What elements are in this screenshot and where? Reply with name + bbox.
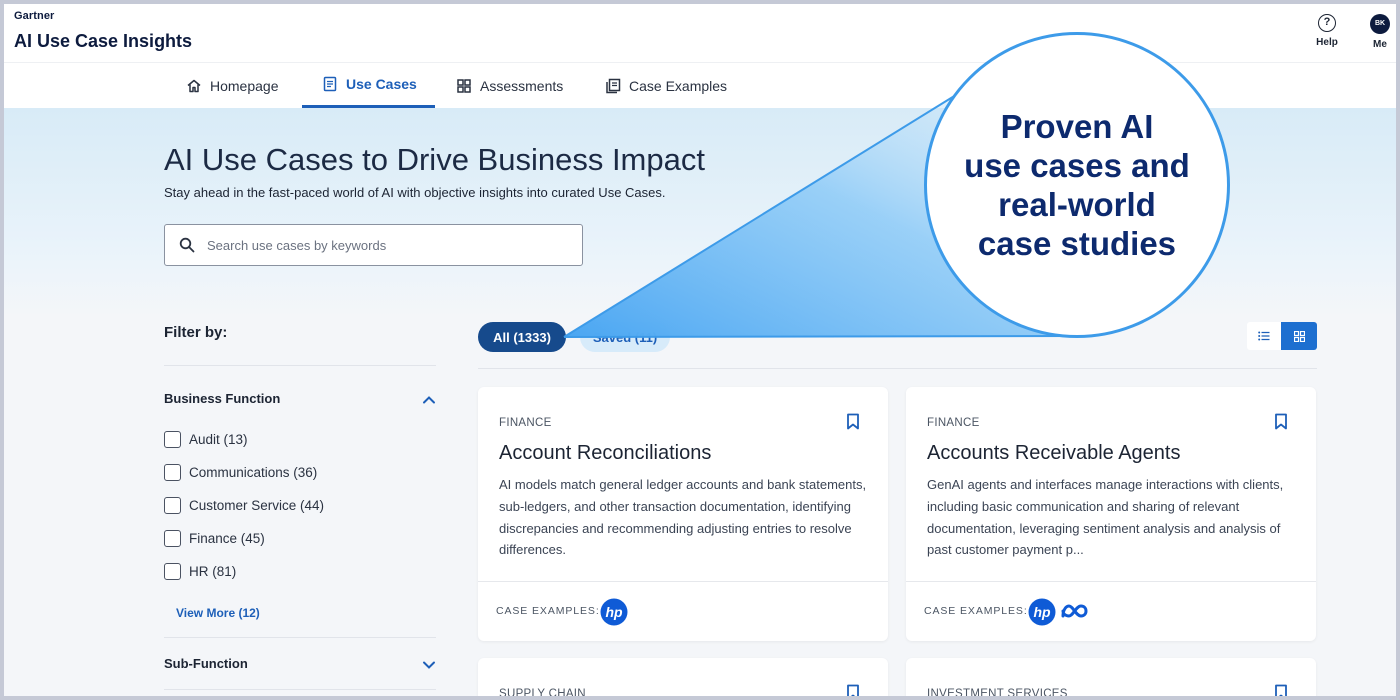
page-title: AI Use Cases to Drive Business Impact [164, 142, 705, 177]
checkbox[interactable] [164, 497, 181, 514]
divider [478, 581, 888, 582]
filter-option-finance[interactable]: Finance (45) [164, 530, 265, 547]
svg-text:hp: hp [605, 604, 623, 620]
view-more-link[interactable]: View More (12) [176, 606, 260, 620]
bookmark-icon[interactable] [1274, 413, 1288, 430]
case-example-logos: hp [1028, 598, 1090, 626]
nav-label: Case Examples [629, 77, 728, 94]
callout-line: case studies [977, 225, 1177, 262]
tab-saved[interactable]: Saved (11) [580, 322, 670, 352]
option-label: HR (81) [189, 564, 237, 579]
divider [906, 581, 1316, 582]
bookmark-icon[interactable] [1274, 684, 1288, 696]
callout-text: Proven AI use cases and real-world case … [964, 107, 1190, 263]
profile-button[interactable]: BK Me [1364, 14, 1396, 50]
copy-icon [606, 78, 621, 93]
divider [478, 368, 1317, 369]
tab-all[interactable]: All (1333) [478, 322, 566, 352]
nav-label: Use Cases [346, 76, 417, 92]
card-category: FINANCE [499, 417, 552, 429]
hp-logo[interactable]: hp [1028, 598, 1056, 626]
grid-view-toggle[interactable] [1281, 322, 1317, 350]
card-category: SUPPLY CHAIN [499, 688, 586, 696]
app-title[interactable]: AI Use Case Insights [14, 31, 192, 52]
use-case-card[interactable]: SUPPLY CHAIN [478, 658, 888, 696]
page-subtitle: Stay ahead in the fast-paced world of AI… [164, 185, 666, 200]
meta-logo[interactable] [1060, 602, 1090, 622]
chevron-down-icon[interactable] [422, 658, 436, 672]
me-label: Me [1373, 39, 1387, 50]
card-description: AI models match general ledger accounts … [499, 477, 867, 558]
grid-icon [457, 78, 471, 93]
document-icon [323, 76, 337, 92]
sub-function-header[interactable]: Sub-Function [164, 656, 436, 676]
avatar: BK [1370, 14, 1390, 34]
nav-homepage[interactable]: Homepage [186, 63, 279, 108]
option-label: Customer Service (44) [189, 498, 325, 513]
option-label: Communications (36) [189, 465, 318, 480]
option-label: Audit (13) [189, 432, 248, 447]
home-icon [187, 79, 201, 92]
section-label: Business Function [164, 391, 281, 406]
use-case-card[interactable]: FINANCE Accounts Receivable Agents GenAI… [906, 387, 1316, 641]
app-frame: Gartner AI Use Case Insights ? Help BK M… [4, 4, 1396, 696]
callout-bubble: Proven AI use cases and real-world case … [924, 32, 1230, 338]
checkbox[interactable] [164, 530, 181, 547]
case-examples-label: CASE EXAMPLES: [924, 605, 1028, 617]
callout-line: Proven AI [1000, 108, 1154, 145]
bookmark-icon[interactable] [846, 413, 860, 430]
hp-logo[interactable]: hp [600, 598, 628, 626]
top-bar: Gartner AI Use Case Insights ? Help BK M… [4, 4, 1396, 62]
bookmark-icon[interactable] [846, 684, 860, 696]
search-icon [179, 237, 195, 253]
divider [164, 365, 436, 366]
filter-option-hr[interactable]: HR (81) [164, 563, 236, 580]
filter-option-communications[interactable]: Communications (36) [164, 464, 317, 481]
svg-text:hp: hp [1033, 604, 1051, 620]
filter-title: Filter by: [164, 324, 228, 341]
use-case-card[interactable]: FINANCE Account Reconciliations AI model… [478, 387, 888, 641]
help-label: Help [1316, 37, 1338, 48]
filter-option-audit[interactable]: Audit (13) [164, 431, 248, 448]
divider [164, 689, 436, 690]
chevron-up-icon[interactable] [422, 393, 436, 407]
checkbox[interactable] [164, 431, 181, 448]
search-box[interactable] [164, 224, 583, 266]
list-icon [1258, 331, 1270, 341]
search-input[interactable] [207, 235, 567, 255]
option-label: Finance (45) [189, 531, 265, 546]
section-label: Sub-Function [164, 656, 248, 671]
business-function-header[interactable]: Business Function [164, 391, 436, 411]
nav-label: Homepage [210, 77, 279, 94]
grid-view-icon [1293, 330, 1305, 342]
use-case-card[interactable]: INVESTMENT SERVICES [906, 658, 1316, 696]
nav-use-cases[interactable]: Use Cases [302, 63, 435, 108]
brand-logo[interactable]: Gartner [14, 10, 54, 22]
divider [164, 637, 436, 638]
callout-line: use cases and [964, 147, 1190, 184]
list-view-toggle[interactable] [1247, 322, 1281, 350]
card-description: GenAI agents and interfaces manage inter… [927, 477, 1284, 558]
help-button[interactable]: ? Help [1310, 14, 1344, 48]
card-title[interactable]: Accounts Receivable Agents [927, 442, 1181, 465]
filter-option-customer-service[interactable]: Customer Service (44) [164, 497, 324, 514]
card-category: INVESTMENT SERVICES [927, 688, 1068, 696]
card-category: FINANCE [927, 417, 980, 429]
case-examples-label: CASE EXAMPLES: [496, 605, 600, 617]
nav-case-examples[interactable]: Case Examples [605, 63, 727, 108]
nav-assessments[interactable]: Assessments [456, 63, 563, 108]
card-title[interactable]: Account Reconciliations [499, 442, 711, 465]
checkbox[interactable] [164, 464, 181, 481]
checkbox[interactable] [164, 563, 181, 580]
help-icon: ? [1318, 14, 1336, 32]
callout-line: real-world [998, 186, 1156, 223]
nav-label: Assessments [480, 77, 564, 94]
case-example-logos: hp [600, 598, 628, 626]
